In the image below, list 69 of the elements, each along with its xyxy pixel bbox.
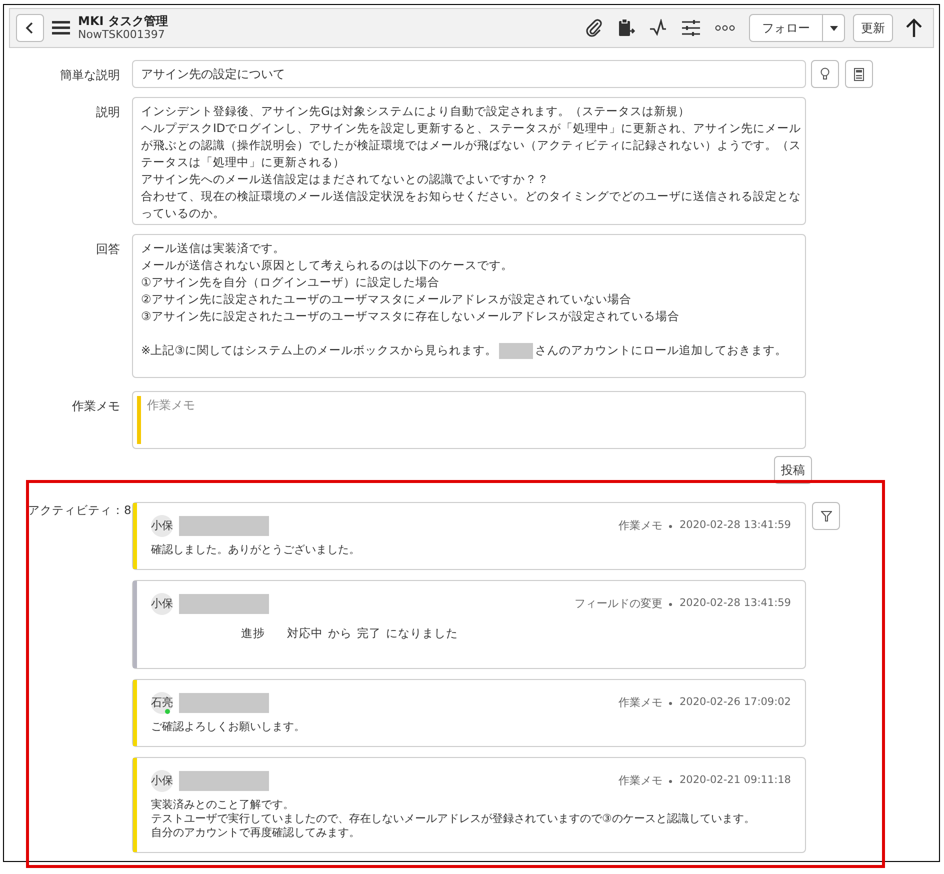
arrow-up-icon[interactable] — [905, 18, 923, 38]
text-line: メール送信は実装済です。 — [141, 240, 286, 257]
change-word: から — [328, 625, 352, 642]
text-line: インシデント登録後、アサイン先Gは対象システムにより自動で設定されます。（ステータスは新規） — [141, 103, 691, 120]
entry-type: 作業メモ — [618, 695, 662, 711]
entry-time: 2020-02-21 09:11:18 — [679, 773, 791, 788]
entry-time: 2020-02-26 17:09:02 — [679, 695, 791, 710]
entry-bar — [133, 680, 137, 746]
text-area[interactable] — [132, 97, 806, 225]
entry-type: 作業メモ — [618, 773, 662, 789]
calculator-icon[interactable] — [854, 68, 864, 80]
entry-type: フィールドの変更 — [574, 596, 662, 612]
text-line: テータスは「処理中」に更新される） — [141, 154, 346, 171]
sliders-icon[interactable] — [681, 19, 701, 37]
filter-icon[interactable] — [820, 510, 832, 522]
calculator-button[interactable] — [845, 60, 873, 88]
text-line: 確認しました。ありがとうございました。 — [151, 543, 361, 557]
text-line: ①アサイン先を自分（ログインユーザ）に設定した場合 — [141, 274, 440, 291]
redaction-bar — [498, 342, 533, 358]
change-word: になりました — [386, 625, 458, 642]
text-line: ご確認よろしくお願いします。 — [151, 720, 306, 734]
record-number: NowTSK001397 — [78, 28, 166, 42]
entry-time: 2020-02-28 13:41:59 — [679, 518, 791, 534]
avatar: 石亮 — [151, 692, 173, 714]
text-line: さんのアカウントにロール追加しておきます。 — [534, 342, 787, 359]
record-title: MKI タスク管理 — [78, 14, 168, 28]
menu-icon[interactable] — [52, 21, 70, 35]
more-icon[interactable] — [715, 24, 735, 32]
entry-time: 2020-02-28 13:41:59 — [679, 596, 791, 612]
required-bar — [137, 396, 141, 444]
text-line: が飛ぶとの認識（操作説明会）でしたが検証環境ではメールが飛ばない（アクティビティに記録されない）ようです。（ス — [141, 137, 797, 154]
entry-bar — [133, 503, 137, 569]
lightbulb-button[interactable] — [811, 60, 839, 88]
text-line: テストユーザで実行していましたので、存在しないメールアドレスが登録されていますので③のケースと認識しています。 — [151, 812, 756, 826]
field-label: 簡単な説明 — [59, 67, 121, 84]
text-line: メールが送信されない原因として考えられるのは以下のケースです。 — [141, 257, 514, 274]
lightbulb-icon[interactable] — [820, 67, 830, 81]
text-line: ③アサイン先に設定されたユーザのユーザマスタに存在しないメールアドレスが設定されている場合 — [141, 308, 680, 325]
text-line: アサイン先へのメール送信設定はまだされてないとの認識でよいですか？？ — [141, 171, 550, 188]
filter-button[interactable] — [812, 502, 840, 530]
avatar: 小保 — [151, 593, 173, 615]
paperclip-icon[interactable] — [585, 19, 603, 37]
text-line: 自分のアカウントで再度確認してみます。 — [151, 826, 361, 840]
text-line: 合わせて、現在の検証環境のメール送信設定状況をお知らせください。どのタイミングでどのユーザに送信される設定とな — [141, 188, 797, 205]
chevron-left-icon[interactable] — [25, 21, 35, 35]
back-button[interactable] — [16, 14, 44, 42]
avatar: 小保 — [151, 770, 173, 792]
activity-count: アクティビティ：8 — [27, 502, 132, 519]
old-value: 対応中 — [287, 625, 323, 642]
caret-icon[interactable] — [830, 26, 838, 30]
clipboard-icon[interactable] — [617, 18, 635, 38]
text-area[interactable] — [132, 234, 806, 378]
input-field[interactable]: アサイン先の設定について — [132, 60, 806, 88]
dropdown-button[interactable] — [823, 14, 845, 42]
update-button[interactable]: 更新 — [853, 14, 893, 42]
work-note-field[interactable]: 作業メモ — [132, 391, 806, 449]
text-line: ※上記③に関してはシステム上のメールボックスから見られます。 — [141, 342, 497, 359]
text-line: っているのか。 — [141, 205, 226, 222]
pulse-icon[interactable] — [649, 19, 667, 37]
field-label: 作業メモ — [71, 398, 121, 415]
avatar: 小保 — [151, 515, 173, 537]
entry-type: 作業メモ — [618, 518, 662, 534]
field-name: 進捗 — [241, 625, 265, 642]
text-line: ②アサイン先に設定されたユーザのユーザマスタにメールアドレスが設定されていない場合 — [141, 291, 632, 308]
field-label: 説明 — [95, 104, 121, 121]
text-line: 実装済みとのこと了解です。 — [151, 798, 295, 812]
field-label: 回答 — [95, 241, 121, 258]
follow-button[interactable]: フォロー — [749, 14, 823, 42]
new-value: 完了 — [357, 625, 381, 642]
